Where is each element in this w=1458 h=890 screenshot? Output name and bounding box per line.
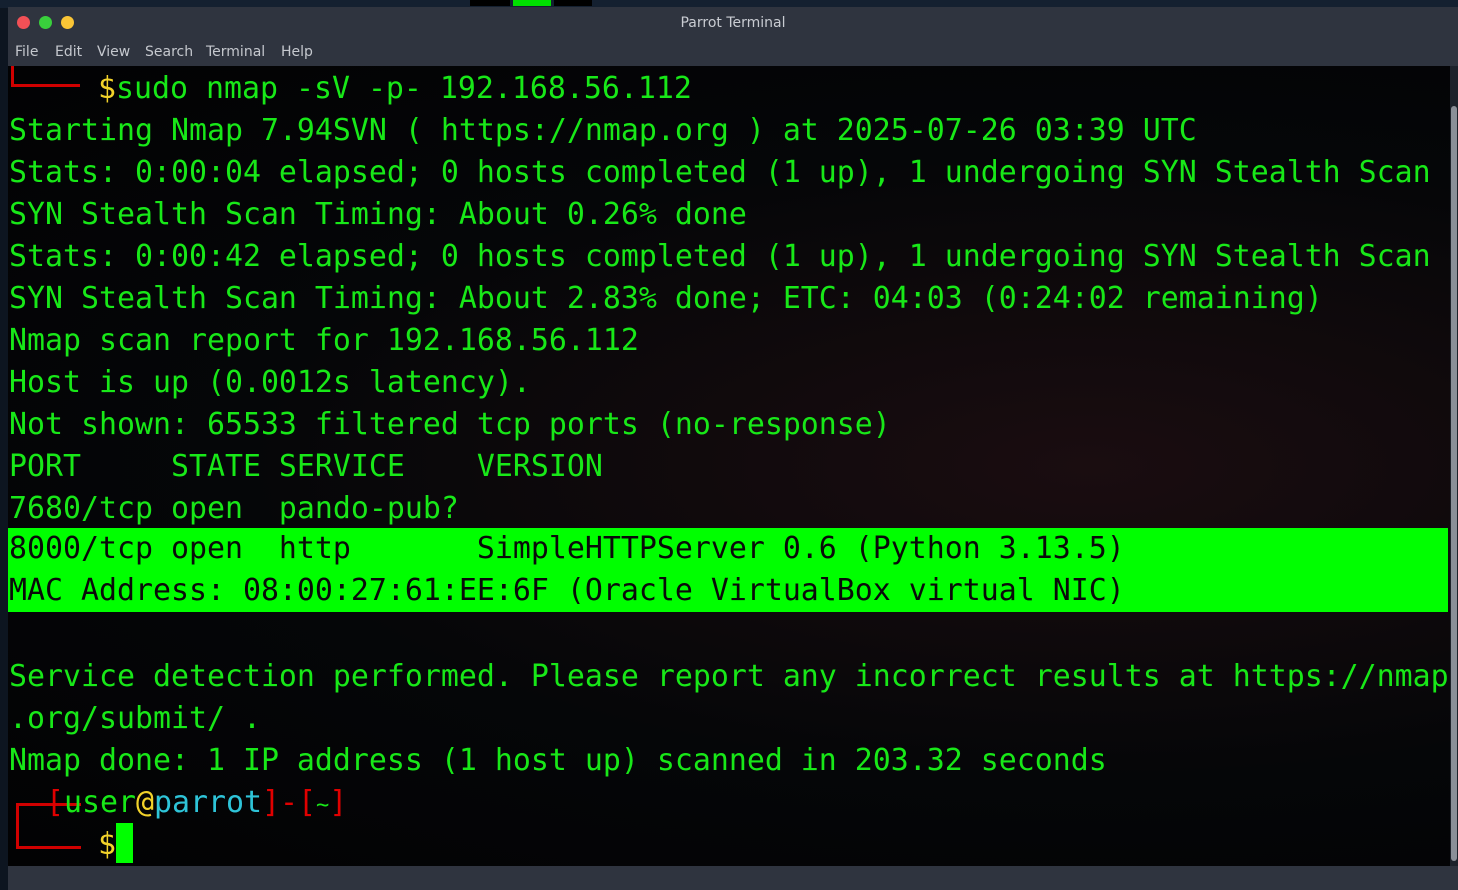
output-line: Stats: 0:00:42 elapsed; 0 hosts complete… [9,239,1431,274]
prompt-dollar: $ [98,827,116,862]
mac-address-line: MAC Address: 08:00:27:61:EE:6F (Oracle V… [9,573,1125,608]
command-line: $sudo nmap -sV -p- 192.168.56.112 [98,71,692,106]
text-cursor [116,823,133,863]
prompt-line: [user@parrot]-[~] [46,785,348,820]
scrollbar[interactable] [1450,66,1458,866]
output-line: Starting Nmap 7.94SVN ( https://nmap.org… [9,113,1197,148]
menu-edit[interactable]: Edit [55,44,82,60]
port-row: 8000/tcp open http SimpleHTTPServer 0.6 … [9,531,1125,566]
port-row: 7680/tcp open pando-pub? [9,491,459,526]
output-line: Nmap done: 1 IP address (1 host up) scan… [9,743,1107,778]
output-line: Service detection performed. Please repo… [9,659,1449,694]
window-title: Parrot Terminal [680,15,786,31]
prompt-bracket [11,66,80,87]
output-line: SYN Stealth Scan Timing: About 2.83% don… [9,281,1323,316]
menu-view[interactable]: View [97,44,130,60]
menu-search[interactable]: Search [145,44,193,60]
terminal-output[interactable]: $sudo nmap -sV -p- 192.168.56.112 Starti… [8,66,1450,866]
menu-file[interactable]: File [15,44,38,60]
title-bar[interactable]: Parrot Terminal [8,7,1458,38]
menu-bar: File Edit View Search Terminal Help [8,38,1458,66]
output-line: Host is up (0.0012s latency). [9,365,531,400]
text-selection-highlight: 8000/tcp open http SimpleHTTPServer 0.6 … [8,528,1448,612]
scrollbar-thumb[interactable] [1451,106,1457,861]
terminal-window: Parrot Terminal File Edit View Search Te… [8,7,1458,890]
menu-help[interactable]: Help [281,44,313,60]
output-line: Stats: 0:00:04 elapsed; 0 hosts complete… [9,155,1431,190]
port-table-header: PORT STATE SERVICE VERSION [9,449,603,484]
output-line: Nmap scan report for 192.168.56.112 [9,323,639,358]
output-line: SYN Stealth Scan Timing: About 0.26% don… [9,197,747,232]
output-line: Not shown: 65533 filtered tcp ports (no-… [9,407,891,442]
output-line: .org/submit/ . [9,701,261,736]
menu-terminal[interactable]: Terminal [206,44,265,60]
